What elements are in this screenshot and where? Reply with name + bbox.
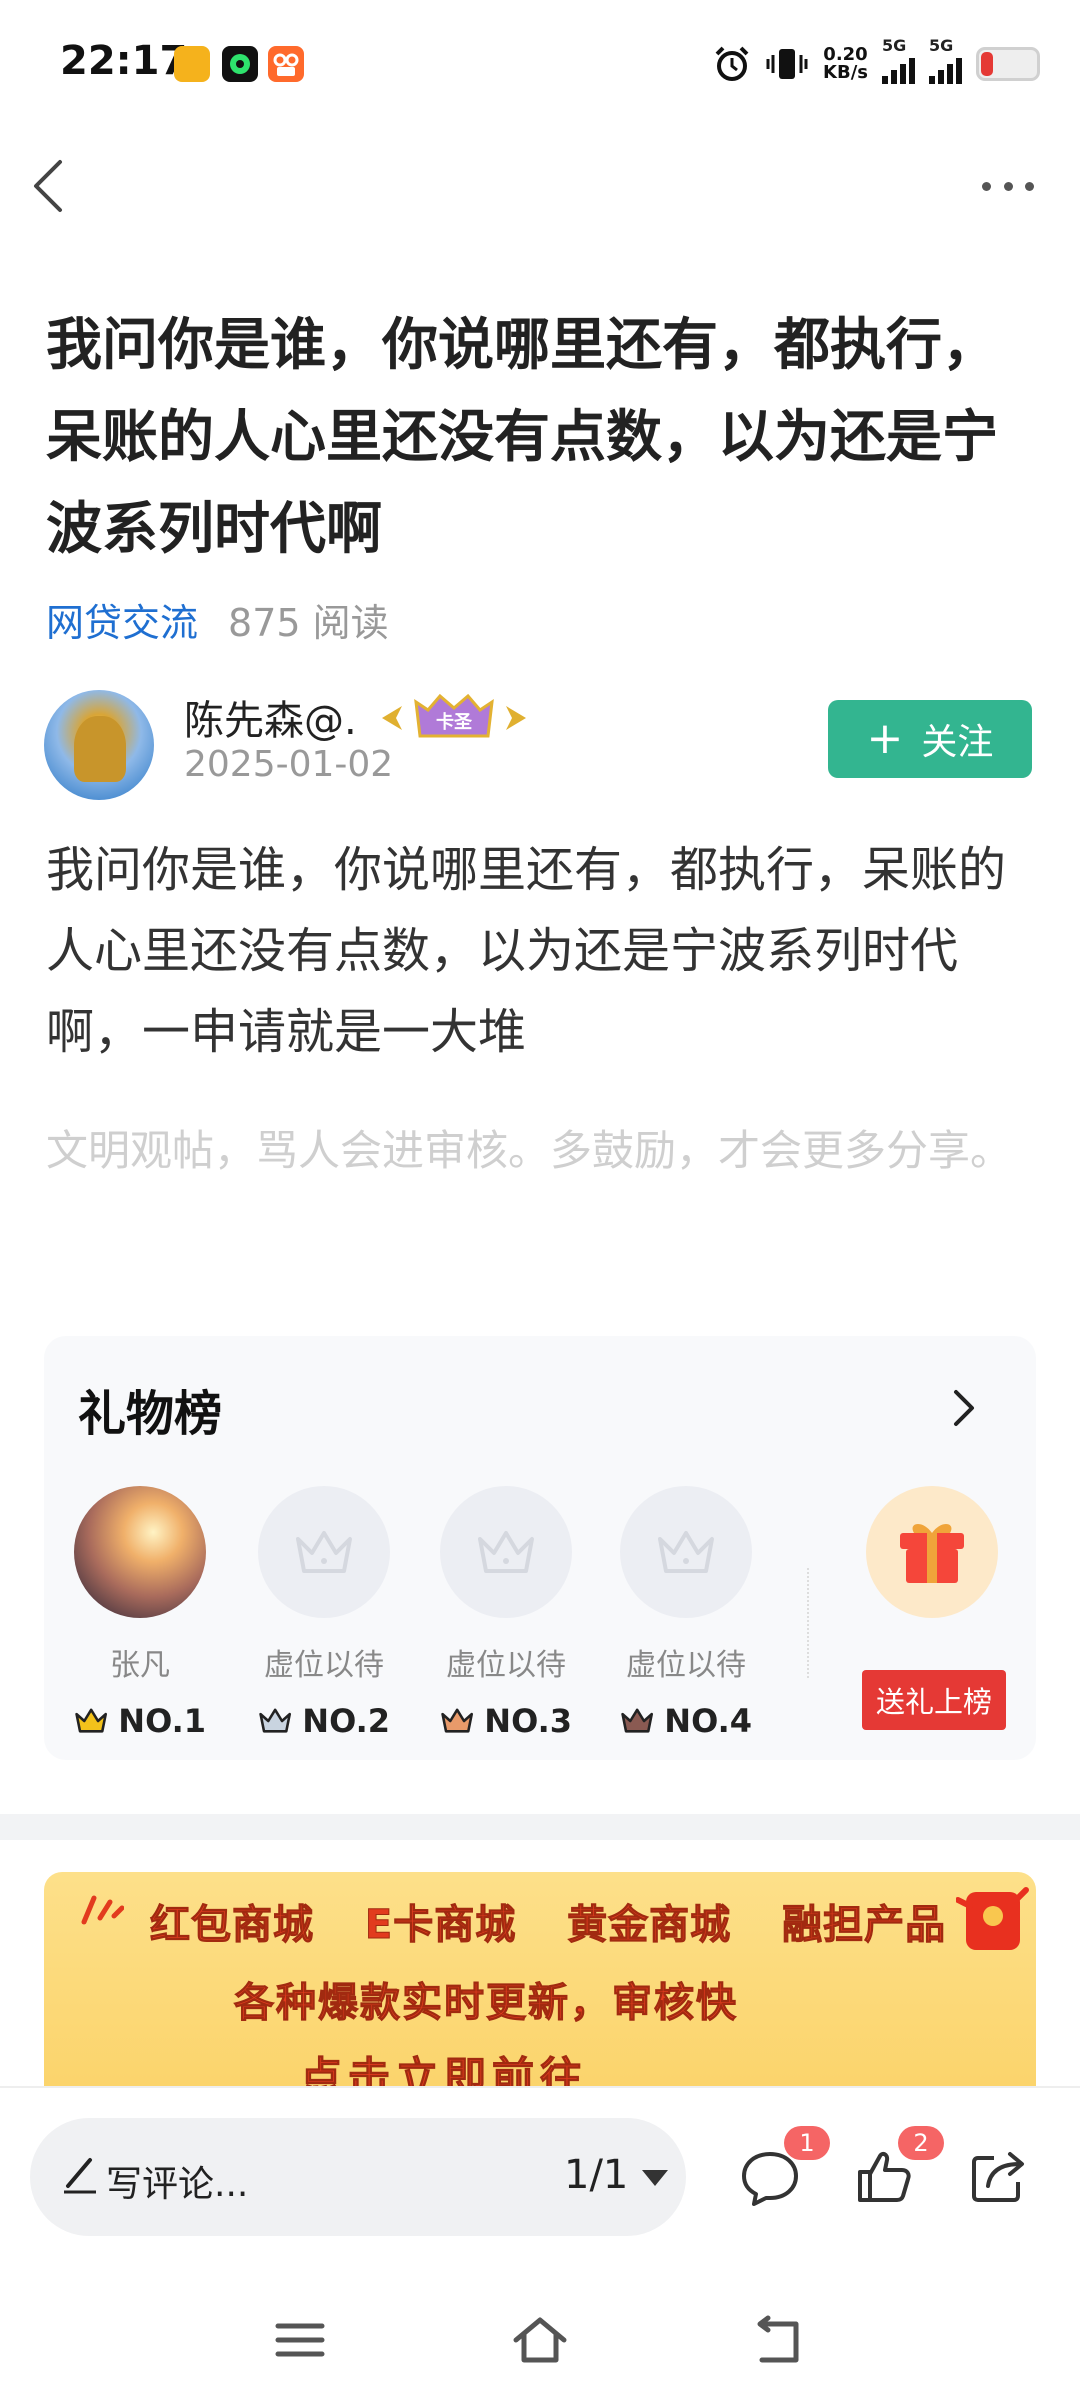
- placeholder-avatar: [620, 1486, 752, 1618]
- author-avatar[interactable]: [44, 690, 154, 800]
- gift-slot-name: 虚位以待: [264, 1648, 384, 1683]
- pen-icon: [64, 2158, 96, 2194]
- caret-down-icon[interactable]: [642, 2170, 668, 2186]
- gift-slot-name: 张凡: [110, 1648, 170, 1683]
- rank-label: NO.3: [484, 1702, 572, 1740]
- signal-sim2: 5G: [929, 36, 962, 84]
- category-link[interactable]: 网贷交流: [46, 592, 198, 647]
- signal-sim1: 5G: [882, 36, 915, 84]
- sim2-label: 5G: [929, 36, 954, 55]
- gift-slot-name: 虚位以待: [626, 1648, 746, 1683]
- status-indicators: 0.20 KB/s 5G 5G: [713, 36, 1040, 88]
- red-envelope-icon: [956, 1887, 1029, 1950]
- crown-gold-icon: [75, 1708, 108, 1733]
- status-bar: 22:17 0.20 KB/s 5G 5G: [0, 0, 1080, 130]
- placeholder-avatar: [258, 1486, 390, 1618]
- gift-slot-rank: NO.4: [620, 1702, 752, 1740]
- kuaishou-app-icon: [268, 46, 304, 82]
- crown-outline-icon: [296, 1531, 352, 1573]
- share-button[interactable]: [966, 2144, 1030, 2208]
- gift-user-avatar: [74, 1486, 206, 1618]
- gift-slot-2[interactable]: 虚位以待 NO.2: [258, 1486, 390, 1740]
- post-meta: 网贷交流 875 阅读: [46, 592, 389, 647]
- gift-slot-rank: NO.3: [440, 1702, 572, 1740]
- more-options-button[interactable]: [976, 168, 1040, 204]
- gift-board-title: 礼物榜: [78, 1386, 223, 1442]
- comment-count-badge: 1: [784, 2126, 830, 2160]
- music-app-icon: [222, 46, 258, 82]
- home-icon: [513, 2317, 567, 2363]
- gift-box-button[interactable]: [866, 1486, 998, 1618]
- gift-slot-1[interactable]: 张凡 NO.1: [74, 1486, 206, 1740]
- more-dots-icon: [1025, 181, 1034, 191]
- author-name[interactable]: 陈先森@.: [184, 688, 357, 746]
- menu-icon: [275, 2323, 325, 2357]
- gift-board-more-button[interactable]: [952, 1386, 976, 1430]
- placeholder-avatar: [440, 1486, 572, 1618]
- gift-divider: [807, 1568, 809, 1678]
- alarm-icon: [715, 46, 749, 81]
- chevron-left-icon: [34, 160, 62, 212]
- post-title: 我问你是谁，你说哪里还有，都执行，呆账的人心里还没有点数，以为还是宁波系列时代啊: [46, 313, 998, 562]
- back-nav-button[interactable]: [750, 2310, 810, 2370]
- notes-app-icon: [174, 46, 210, 82]
- rank-label: NO.4: [664, 1702, 752, 1740]
- back-nav-icon: [757, 2315, 799, 2363]
- plus-icon: +: [866, 713, 904, 764]
- signal-bars-icon: [929, 54, 962, 84]
- like-count-badge: 2: [898, 2126, 944, 2160]
- crown-dark-icon: [621, 1708, 654, 1733]
- send-gift-button[interactable]: 送礼上榜: [862, 1670, 1006, 1730]
- comment-placeholder: 写评论...: [106, 2164, 249, 2205]
- menu-nav-button[interactable]: [270, 2310, 330, 2370]
- civility-hint: 文明观帖，骂人会进审核。多鼓励，才会更多分享。: [46, 1126, 1013, 1175]
- follow-button[interactable]: + 关注: [828, 700, 1032, 778]
- page-indicator[interactable]: 1/1: [564, 2152, 628, 2198]
- gift-board: 礼物榜 张凡 NO.1 虚位以待 NO.2 虚位以待 NO.3 虚位以待 NO.…: [44, 1336, 1036, 1760]
- spark-icon: [81, 1895, 124, 1925]
- banner-line-3: 点击立即前往: [299, 2053, 589, 2087]
- read-count: 875 阅读: [228, 601, 389, 645]
- crown-silver-icon: [259, 1708, 292, 1733]
- comment-input[interactable]: 写评论... 1/1: [30, 2118, 686, 2236]
- gift-slot-name: 虚位以待: [446, 1648, 566, 1683]
- banner-line-2: 各种爆款实时更新，审核快: [234, 1980, 738, 2027]
- crown-outline-icon: [658, 1531, 714, 1573]
- promo-banner[interactable]: 红包商城 E卡商城 黄金商城 融担产品 各种爆款实时更新，审核快 点击立即前往: [44, 1872, 1036, 2086]
- rank-label: NO.2: [302, 1702, 390, 1740]
- network-speed-unit: KB/s: [823, 62, 868, 83]
- system-navigation-bar: [0, 2300, 1080, 2392]
- sim1-label: 5G: [882, 36, 907, 55]
- post-body: 我问你是谁，你说哪里还有，都执行，呆账的人心里还没有点数，以为还是宁波系列时代啊…: [46, 842, 1007, 1060]
- share-icon: [972, 2152, 1024, 2202]
- more-dots-icon: [1003, 181, 1013, 191]
- gift-slot-4[interactable]: 虚位以待 NO.4: [620, 1486, 752, 1740]
- section-separator: [0, 1814, 1080, 1840]
- author-badge: 卡圣: [376, 692, 532, 744]
- battery-icon: [976, 47, 1040, 81]
- back-button[interactable]: [24, 150, 76, 222]
- crown-bronze-icon: [441, 1708, 474, 1733]
- crown-outline-icon: [478, 1531, 534, 1573]
- chevron-right-icon: [954, 1390, 974, 1426]
- follow-label: 关注: [921, 722, 994, 763]
- badge-text: 卡圣: [436, 711, 473, 733]
- more-dots-icon: [982, 181, 991, 191]
- home-nav-button[interactable]: [510, 2310, 570, 2370]
- banner-line-1: 红包商城 E卡商城 黄金商城 融担产品: [149, 1902, 947, 1949]
- gift-box-icon: [900, 1523, 964, 1583]
- status-time: 22:17: [60, 38, 188, 84]
- network-speed: 0.20 KB/s: [823, 46, 868, 82]
- gift-slot-3[interactable]: 虚位以待 NO.3: [440, 1486, 572, 1740]
- gift-slot-rank: NO.1: [74, 1702, 206, 1740]
- gift-slot-rank: NO.2: [258, 1702, 390, 1740]
- rank-label: NO.1: [118, 1702, 206, 1740]
- signal-bars-icon: [882, 54, 915, 84]
- post-date: 2025-01-02: [184, 744, 394, 785]
- vibrate-icon: [766, 49, 808, 79]
